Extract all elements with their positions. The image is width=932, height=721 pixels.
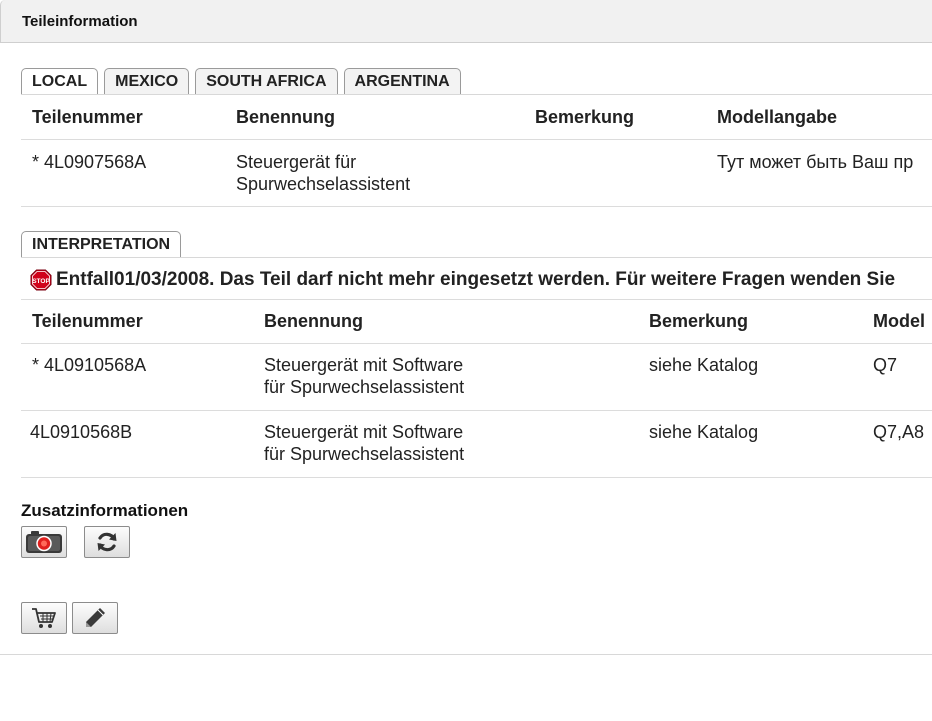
photo-button[interactable]: [21, 526, 67, 558]
notice-text: Entfall01/03/2008. Das Teil darf nicht m…: [56, 269, 896, 290]
column-header-part-number: Teilenummer: [32, 107, 143, 127]
model-cell: Q7: [873, 355, 898, 375]
tab-south-africa[interactable]: SOUTH AFRICA: [195, 68, 338, 94]
additional-info-label: Zusatzinformationen: [21, 501, 189, 520]
edit-button[interactable]: [72, 602, 118, 634]
column-header-description: Benennung: [264, 311, 363, 331]
camera-icon: [26, 531, 62, 553]
remark-cell: siehe Katalog: [649, 422, 759, 442]
table-header-row: Teilenummer Benennung Bemerkung Model: [21, 300, 932, 344]
column-header-remark: Bemerkung: [535, 107, 635, 127]
description-cell: Steuergerät für Spurwechselassistent: [236, 152, 411, 194]
model-cell: Тут может быть Ваш пр: [717, 152, 914, 172]
model-cell: Q7,A8: [873, 422, 925, 442]
add-to-cart-button[interactable]: [21, 602, 67, 634]
market-tabs: LOCAL MEXICO SOUTH AFRICA ARGENTINA: [21, 68, 461, 94]
tab-mexico[interactable]: MEXICO: [104, 68, 190, 94]
tab-interpretation[interactable]: INTERPRETATION: [21, 231, 182, 257]
table-row[interactable]: * 4L0910568A Steuergerät mit Software fü…: [21, 344, 932, 411]
window-title: Teileinformation: [22, 13, 138, 30]
column-header-remark: Bemerkung: [649, 311, 749, 331]
description-cell: Steuergerät mit Software für Spurwechsel…: [264, 422, 465, 464]
remark-cell: siehe Katalog: [649, 355, 759, 375]
table-row[interactable]: * 4L0907568A Steuergerät für Spurwechsel…: [21, 140, 932, 207]
refresh-button[interactable]: [84, 526, 130, 558]
interpretation-table: Teilenummer Benennung Bemerkung Model * …: [21, 300, 932, 478]
footer-divider: [0, 654, 932, 655]
discontinued-notice: STOP Entfall01/03/2008. Das Teil darf ni…: [21, 262, 932, 300]
svg-text:STOP: STOP: [32, 278, 50, 285]
part-table: Teilenummer Benennung Bemerkung Modellan…: [21, 95, 932, 207]
part-number-cell[interactable]: 4L0910568B: [30, 421, 132, 443]
column-header-model: Modellangabe: [717, 107, 838, 127]
table-row[interactable]: 4L0910568B Steuergerät mit Software für …: [21, 411, 932, 478]
column-header-description: Benennung: [236, 107, 335, 127]
tab-divider: [21, 257, 932, 258]
title-bar: Teileinformation: [0, 0, 932, 43]
interpretation-tabs: INTERPRETATION: [21, 231, 182, 257]
tab-local[interactable]: LOCAL: [21, 68, 99, 94]
column-header-part-number: Teilenummer: [32, 311, 143, 331]
pencil-icon: [86, 608, 105, 627]
column-header-model: Model: [873, 311, 925, 331]
tab-argentina[interactable]: ARGENTINA: [343, 68, 461, 94]
table-header-row: Teilenummer Benennung Bemerkung Modellan…: [21, 95, 932, 140]
part-number-cell[interactable]: * 4L0910568A: [32, 354, 146, 376]
shopping-cart-icon: [32, 608, 56, 628]
part-number-cell[interactable]: * 4L0907568A: [32, 151, 146, 173]
description-cell: Steuergerät mit Software für Spurwechsel…: [264, 355, 465, 397]
refresh-icon: [97, 532, 117, 552]
stop-sign-icon: STOP: [30, 269, 52, 291]
